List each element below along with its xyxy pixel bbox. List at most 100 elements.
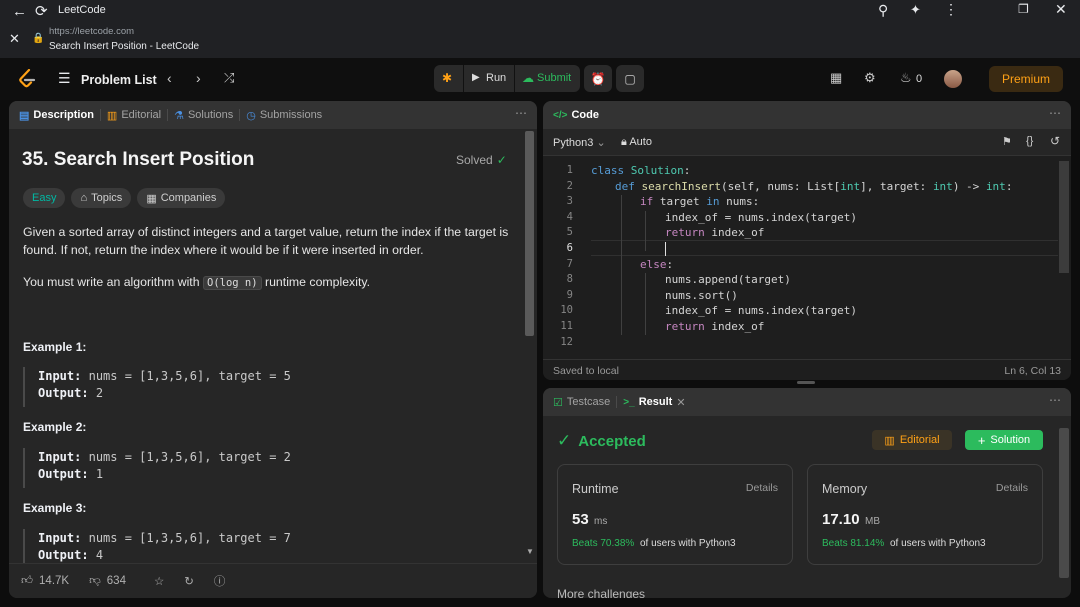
code-token: target [659, 195, 700, 209]
close-tab-icon[interactable]: ✕ [9, 31, 20, 47]
tab-solutions[interactable]: ⚗ Solutions [168, 101, 239, 129]
prev-problem-icon[interactable]: ‹ [167, 70, 172, 86]
leetcode-logo-icon[interactable] [18, 69, 36, 89]
thumbs-up-icon[interactable]: 👍︎ [21, 574, 33, 588]
auto-mode[interactable]: 🔒︎ Auto [621, 136, 652, 149]
memory-label: Memory [822, 482, 868, 496]
scroll-down-icon[interactable]: ▼ [526, 547, 534, 556]
code-token: index_of [711, 320, 765, 333]
streak-fire-icon[interactable]: ♨ [900, 70, 912, 86]
description-doc-icon: ▤ [19, 109, 30, 122]
layout-icon[interactable]: ▦ [830, 70, 842, 86]
terminal-icon: >_ [623, 396, 635, 408]
close-tab-x-icon[interactable]: ✕ [676, 396, 685, 409]
submit-cloud-icon[interactable]: ☁ [522, 71, 534, 85]
url-text[interactable]: https://leetcode.com [49, 26, 134, 37]
solutions-flask-icon: ⚗ [174, 109, 184, 122]
line-number: 5 [566, 226, 573, 239]
tab-code[interactable]: </> Code [543, 101, 605, 129]
memory-card[interactable]: Memory Details 17.10 MB Beats 81.14% of … [807, 464, 1043, 565]
language-select[interactable]: Python3 ⌄ [553, 136, 606, 149]
line-number: 1 [566, 164, 573, 176]
extensions-icon[interactable]: ✦ [910, 2, 921, 18]
bookmark-icon[interactable]: ⚑ [1002, 135, 1012, 148]
back-arrow-icon[interactable]: ← [12, 3, 27, 20]
star-icon[interactable]: ☆ [154, 574, 164, 588]
shuffle-icon[interactable]: ⤮ [224, 70, 234, 86]
code-token: ], target: [860, 179, 933, 193]
premium-label: Premium [1001, 72, 1050, 86]
timer-button[interactable]: ⏰ [584, 65, 612, 92]
auto-label: Auto [629, 136, 652, 148]
code-token: : [666, 257, 674, 271]
tab-editorial[interactable]: ▥ Editorial [101, 101, 167, 129]
tab-result[interactable]: >_ Result ✕ [617, 388, 691, 416]
result-more-icon[interactable]: ⋯ [1049, 393, 1061, 407]
code-line: nums.sort() [665, 288, 738, 304]
avatar[interactable] [944, 70, 962, 88]
help-icon[interactable]: ⓘ [214, 573, 226, 589]
description-scrollbar[interactable]: ▼ [524, 129, 535, 559]
code-token: index_of [711, 226, 765, 240]
input-label: Input: [38, 369, 82, 383]
scrollbar-thumb[interactable] [525, 131, 534, 336]
output-value: 1 [95, 467, 104, 481]
code-scrollbar-thumb[interactable] [1059, 161, 1069, 273]
thumbs-down-icon[interactable]: 👎︎ [89, 574, 101, 588]
code-line: else: [640, 257, 673, 273]
menu-icon[interactable]: ⋮ [944, 1, 958, 18]
format-braces-icon[interactable]: {} [1026, 135, 1033, 147]
submit-button[interactable]: Submit [537, 72, 571, 84]
editor-toolbar: Python3 ⌄ 🔒︎ Auto ⚑ {} ↺ [543, 129, 1071, 156]
input-label: Input: [38, 450, 82, 464]
solution-button[interactable]: + Solution [965, 430, 1043, 450]
next-problem-icon[interactable]: › [196, 70, 201, 86]
browser-tab-title[interactable]: LeetCode [58, 4, 106, 16]
debug-icon[interactable]: ✱ [442, 71, 452, 85]
code-token: : [683, 164, 691, 177]
memory-details-link[interactable]: Details [996, 482, 1028, 494]
resize-handle[interactable] [797, 381, 815, 384]
code-more-icon[interactable]: ⋯ [1049, 106, 1061, 120]
more-options-icon[interactable]: ⋯ [515, 106, 527, 120]
tab-submissions[interactable]: ◷ Submissions [240, 101, 328, 129]
book-icon: ▥ [884, 434, 895, 447]
companies-tag[interactable]: ▦ Companies [137, 188, 226, 208]
settings-gear-icon[interactable]: ⚙ [864, 70, 876, 86]
browser-chrome: ← ⟳ LeetCode ⚲ ✦ ⋮ ❐ ✕ ✕ 🔒 https://leetc… [0, 0, 1080, 58]
input-value: nums = [1,3,5,6], target = 5 [88, 369, 291, 383]
solved-indicator: Solved ✓ [456, 153, 507, 167]
likes-count[interactable]: 14.7K [39, 575, 69, 587]
line-number: 3 [566, 195, 573, 208]
notes-button[interactable]: ▢ [616, 65, 644, 92]
tab-testcase[interactable]: ☑ Testcase [543, 388, 616, 416]
code-token: searchInsert [641, 179, 721, 193]
run-play-icon[interactable]: ▶ [472, 72, 480, 83]
tab-description[interactable]: ▤ Description [9, 101, 100, 129]
premium-button[interactable]: Premium [989, 66, 1063, 92]
problem-list-link[interactable]: Problem List [81, 73, 157, 87]
tab-submissions-label: Submissions [259, 109, 323, 121]
result-scrollbar-thumb[interactable] [1059, 428, 1069, 578]
topics-tag[interactable]: ⌂ Topics [71, 188, 132, 208]
difficulty-badge[interactable]: Easy [23, 188, 66, 208]
zoom-icon[interactable]: ⚲ [878, 2, 888, 19]
problem-list-icon[interactable]: ☰ [58, 70, 71, 87]
close-window-icon[interactable]: ✕ [1055, 1, 1067, 18]
share-icon[interactable]: ↻ [184, 574, 194, 588]
code-editor[interactable]: 1 2 3 4 5 6 7 8 9 10 11 12 class Solutio… [543, 162, 1058, 354]
dislikes-count[interactable]: 634 [107, 575, 126, 587]
indent-guide [645, 211, 646, 251]
reset-code-icon[interactable]: ↺ [1050, 134, 1060, 148]
code-line: class Solution: [591, 163, 690, 179]
editorial-button[interactable]: ▥ Editorial [872, 430, 952, 450]
run-button[interactable]: Run [486, 72, 506, 84]
output-label: Output: [38, 467, 89, 481]
reload-icon[interactable]: ⟳ [35, 2, 48, 20]
restore-icon[interactable]: ❐ [1018, 2, 1029, 16]
runtime-details-link[interactable]: Details [746, 482, 778, 494]
line-number: 9 [566, 288, 573, 301]
runtime-card[interactable]: Runtime Details 53 ms Beats 70.38% of us… [557, 464, 793, 565]
output-label: Output: [38, 386, 89, 400]
lock-small-icon: 🔒︎ [621, 136, 627, 148]
